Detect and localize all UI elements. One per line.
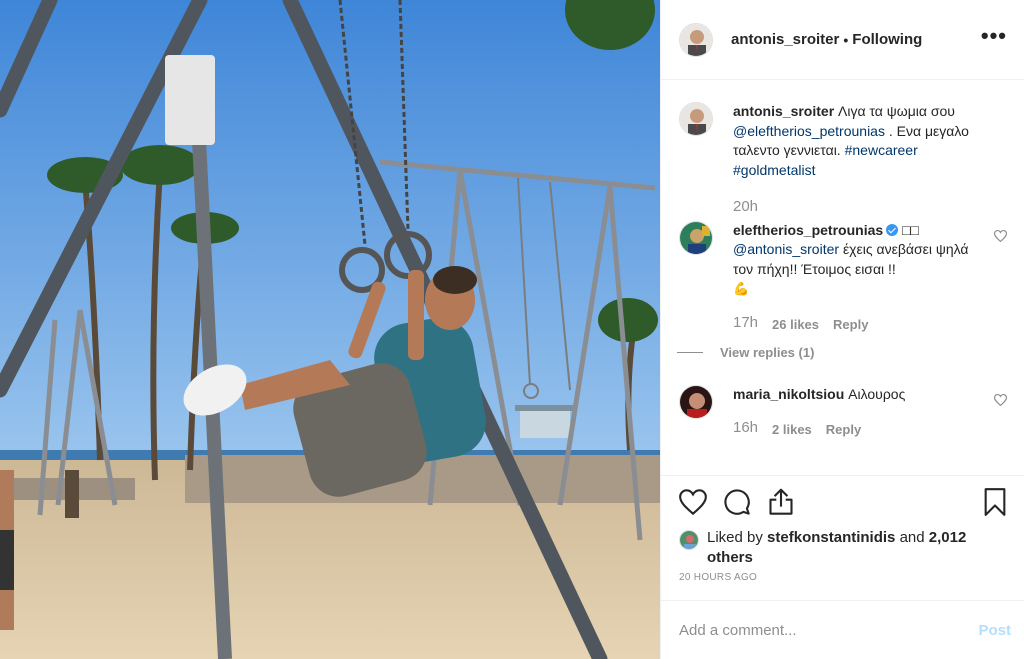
post-photo[interactable]: [0, 0, 660, 659]
instagram-post: antonis_sroiter • Following ••• antonis_…: [0, 0, 1024, 659]
replies-divider: [677, 352, 703, 354]
caption-text: Λιγα τα ψωμια σου: [838, 103, 955, 119]
flexed-biceps-icon: 💪: [733, 281, 750, 296]
comments-list: antonis_sroiter Λιγα τα ψωμια σου @eleft…: [661, 80, 1024, 475]
heart-icon[interactable]: [679, 489, 707, 515]
commenter-avatar[interactable]: [679, 384, 713, 419]
comment-like-heart-icon[interactable]: [993, 229, 1008, 245]
liked-by: Liked by stefkonstantinidis and 2,012 ot…: [679, 528, 1007, 568]
commenter-username[interactable]: maria_nikoltsiou: [733, 386, 844, 402]
commenter-username[interactable]: eleftherios_petrounias: [733, 222, 883, 238]
caption-username[interactable]: antonis_sroiter: [733, 103, 834, 119]
beach-rings-photo: [0, 0, 660, 659]
comment-mention[interactable]: @antonis_sroiter: [733, 241, 839, 257]
post-header: antonis_sroiter • Following •••: [661, 0, 1024, 80]
verified-badge-icon: [886, 223, 899, 236]
comment-input[interactable]: [679, 621, 979, 639]
comment-likes[interactable]: 26 likes: [772, 313, 819, 335]
separator-dot: •: [843, 31, 849, 48]
liker-avatar[interactable]: [679, 530, 699, 550]
share-icon[interactable]: [767, 488, 795, 516]
add-comment-bar: Post: [661, 600, 1024, 659]
more-options-icon[interactable]: •••: [981, 24, 1007, 49]
caption-avatar[interactable]: [679, 102, 713, 136]
commenter-avatar[interactable]: [679, 220, 713, 255]
caption-time[interactable]: 20h: [733, 197, 758, 217]
liked-by-and: and: [899, 529, 925, 546]
view-replies-label: View replies (1): [720, 345, 815, 360]
comment-text: Αιλουρος: [848, 385, 906, 402]
bookmark-icon[interactable]: [983, 488, 1007, 516]
comment-likes[interactable]: 2 likes: [772, 418, 812, 440]
author-avatar[interactable]: [679, 22, 713, 57]
author-username[interactable]: antonis_sroiter: [731, 31, 839, 48]
comment-item: maria_nikoltsiou Αιλουρος 16h 2 likes Re…: [679, 384, 1008, 440]
likes-summary: Liked by stefkonstantinidis and 2,012 ot…: [707, 528, 967, 568]
caption: antonis_sroiter Λιγα τα ψωμια σου @eleft…: [679, 102, 1007, 217]
comment-icon[interactable]: [723, 488, 751, 516]
reply-button[interactable]: Reply: [833, 313, 868, 335]
comment-pre-text: □□: [902, 221, 919, 238]
post-actions: Liked by stefkonstantinidis and 2,012 ot…: [661, 475, 1024, 600]
reply-button[interactable]: Reply: [826, 418, 861, 440]
follow-status[interactable]: Following: [852, 31, 922, 48]
comment-time[interactable]: 16h: [733, 418, 758, 440]
comment-time[interactable]: 17h: [733, 313, 758, 335]
hashtag-newcareer[interactable]: #newcareer: [845, 142, 918, 158]
post-comment-button[interactable]: Post: [978, 622, 1011, 639]
post-timestamp[interactable]: 20 HOURS AGO: [679, 572, 1007, 583]
post-side-panel: antonis_sroiter • Following ••• antonis_…: [660, 0, 1024, 659]
view-replies-button[interactable]: View replies (1): [677, 343, 983, 363]
caption-mention[interactable]: @eleftherios_petrounias: [733, 123, 885, 139]
comment-like-heart-icon[interactable]: [993, 393, 1008, 409]
liked-by-prefix: Liked by: [707, 529, 763, 546]
hashtag-goldmetalist[interactable]: #goldmetalist: [733, 162, 816, 178]
action-icons: [679, 476, 1007, 528]
liker-username[interactable]: stefkonstantinidis: [767, 529, 895, 546]
comment-item: eleftherios_petrounias □□ @antonis_sroit…: [677, 220, 1008, 363]
